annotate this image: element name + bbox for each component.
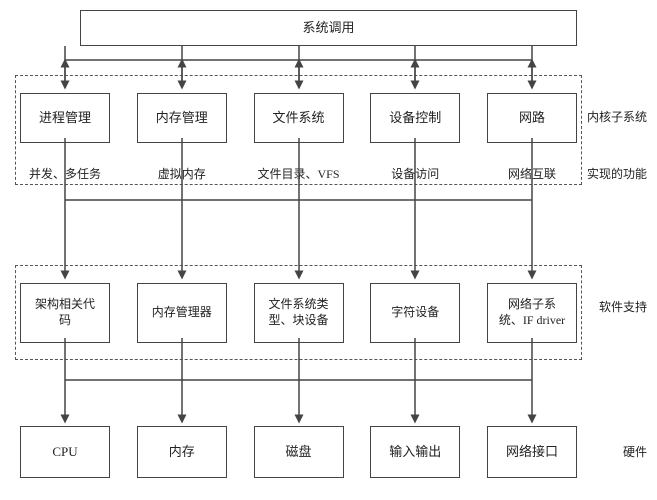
func-label: 实现的功能: [587, 165, 647, 182]
func-network: 网络互联: [487, 165, 577, 182]
software-label: 软件支持: [599, 298, 647, 315]
box-mem-manager: 内存管理器: [137, 283, 227, 343]
box-device: 设备控制: [370, 93, 460, 143]
func-filesystem: 文件目录、VFS: [254, 165, 344, 182]
box-arch-code: 架构相关代 码: [20, 283, 110, 343]
kernel-label: 内核子系统: [587, 108, 647, 125]
syscall-box: 系统调用: [80, 10, 577, 46]
box-io: 输入输出: [370, 426, 460, 478]
func-memory: 虚拟内存: [137, 165, 227, 182]
box-net-if: 网络接口: [487, 426, 577, 478]
box-cpu: CPU: [20, 426, 110, 478]
box-fs-types: 文件系统类 型、块设备: [254, 283, 344, 343]
box-net-sub: 网络子系 统、IF driver: [487, 283, 577, 343]
software-boxes-row: 架构相关代 码 内存管理器 文件系统类 型、块设备 字符设备 网络子系 统、IF…: [20, 278, 577, 348]
func-device: 设备访问: [370, 165, 460, 182]
kernel-boxes-row: 进程管理 内存管理 文件系统 设备控制 网路: [20, 88, 577, 148]
box-network: 网路: [487, 93, 577, 143]
box-mem-hw: 内存: [137, 426, 227, 478]
func-row: 并发、多任务 虚拟内存 文件目录、VFS 设备访问 网络互联: [20, 165, 577, 195]
func-process: 并发、多任务: [20, 165, 110, 182]
box-process: 进程管理: [20, 93, 110, 143]
box-disk: 磁盘: [254, 426, 344, 478]
box-filesystem: 文件系统: [254, 93, 344, 143]
box-memory: 内存管理: [137, 93, 227, 143]
hw-boxes-row: CPU 内存 磁盘 输入输出 网络接口: [20, 422, 577, 482]
hw-label: 硬件: [623, 443, 647, 460]
box-char-device: 字符设备: [370, 283, 460, 343]
syscall-label: 系统调用: [302, 19, 354, 37]
